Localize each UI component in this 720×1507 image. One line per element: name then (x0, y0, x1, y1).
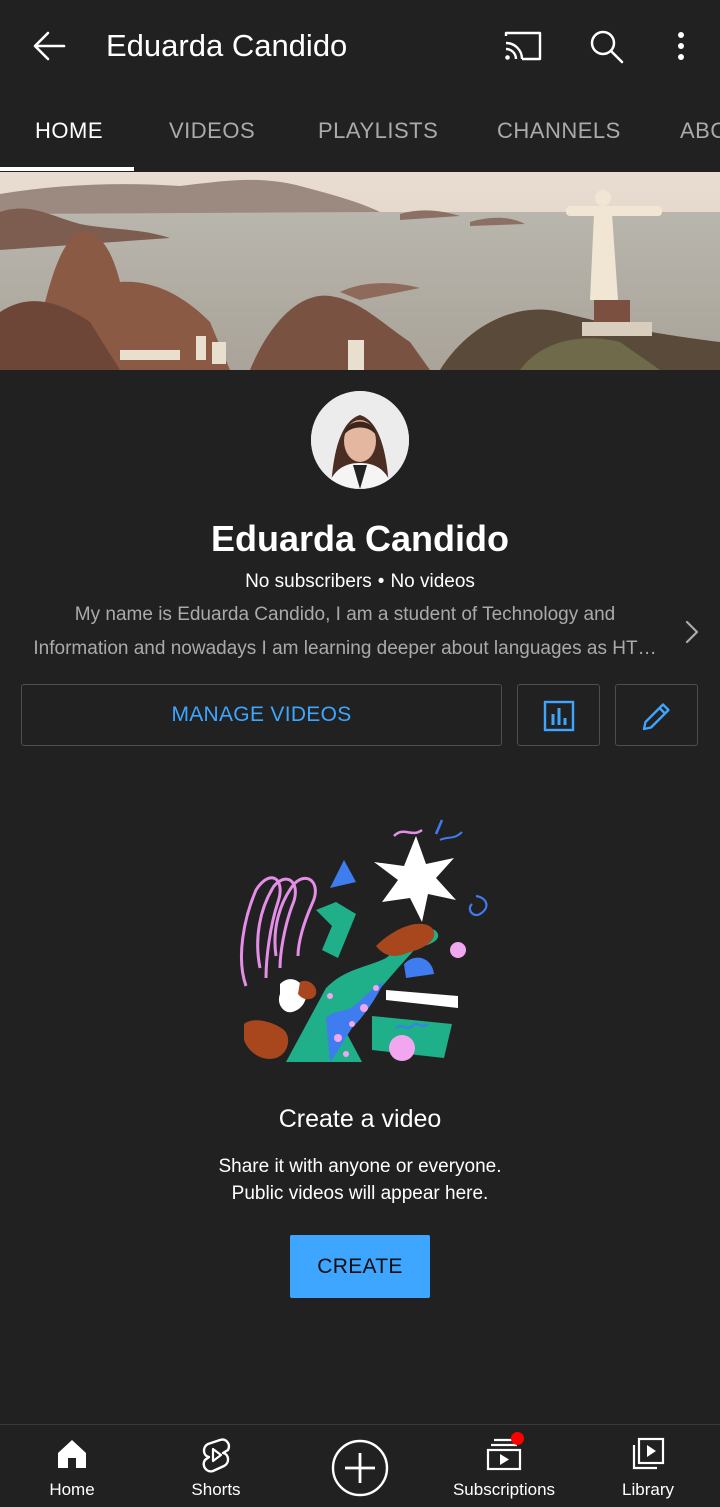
analytics-icon (543, 700, 575, 732)
subscriptions-badge (511, 1432, 524, 1445)
empty-state-title: Create a video (278, 1105, 442, 1133)
nav-library[interactable]: Library (576, 1425, 720, 1507)
stats-separator: • (377, 571, 385, 592)
shorts-icon (199, 1437, 233, 1478)
library-icon (631, 1437, 665, 1476)
pencil-icon (642, 703, 670, 731)
chevron-right-icon[interactable] (680, 618, 704, 646)
description-line: My name is Eduarda Candido, I am a stude… (74, 604, 616, 625)
channel-banner (0, 172, 720, 370)
search-icon[interactable] (586, 26, 626, 66)
video-count: No videos (390, 571, 475, 592)
more-vert-icon[interactable] (664, 26, 698, 66)
nav-label: Subscriptions (452, 1480, 556, 1499)
nav-create[interactable] (288, 1425, 432, 1507)
description-line: Information and nowadays I am learning d… (33, 638, 657, 659)
channel-tabs: HOME VIDEOS PLAYLISTS CHANNELS ABOUT (0, 92, 720, 172)
nav-label: Home (49, 1480, 95, 1499)
analytics-button[interactable] (517, 684, 600, 746)
home-icon (55, 1437, 89, 1476)
empty-state-line: Public videos will appear here. (231, 1183, 489, 1204)
edit-channel-button[interactable] (615, 684, 698, 746)
active-tab-indicator (0, 167, 134, 171)
nav-shorts[interactable]: Shorts (144, 1425, 288, 1507)
tab-playlists[interactable]: PLAYLISTS (318, 92, 438, 172)
cast-icon[interactable] (500, 26, 544, 66)
avatar[interactable] (311, 391, 409, 489)
create-button[interactable]: CREATE (290, 1235, 430, 1298)
bottom-navigation: Home Shorts Subscriptions Library (0, 1424, 720, 1507)
tab-home[interactable]: HOME (35, 92, 103, 172)
tab-about[interactable]: ABOUT (680, 92, 720, 172)
subscriber-count: No subscribers (245, 571, 372, 592)
nav-label: Shorts (191, 1480, 241, 1499)
add-circle-icon (331, 1439, 389, 1502)
empty-state-subtitle: Share it with anyone or everyone. Public… (0, 1153, 720, 1207)
back-arrow-icon[interactable] (28, 26, 68, 66)
channel-name: Eduarda Candido (210, 518, 510, 559)
channel-stats: No subscribers • No videos (0, 568, 720, 596)
nav-home[interactable]: Home (0, 1425, 144, 1507)
manage-videos-button[interactable]: MANAGE VIDEOS (21, 684, 502, 746)
tab-videos[interactable]: VIDEOS (169, 92, 255, 172)
nav-subscriptions[interactable]: Subscriptions (432, 1425, 576, 1507)
create-video-illustration (226, 818, 496, 1068)
nav-label: Library (622, 1480, 674, 1499)
page-title: Eduarda Candido (106, 28, 348, 63)
tab-channels[interactable]: CHANNELS (497, 92, 621, 172)
channel-description[interactable]: My name is Eduarda Candido, I am a stude… (20, 598, 670, 666)
top-app-bar: Eduarda Candido (0, 0, 720, 92)
empty-state-line: Share it with anyone or everyone. (218, 1156, 502, 1177)
